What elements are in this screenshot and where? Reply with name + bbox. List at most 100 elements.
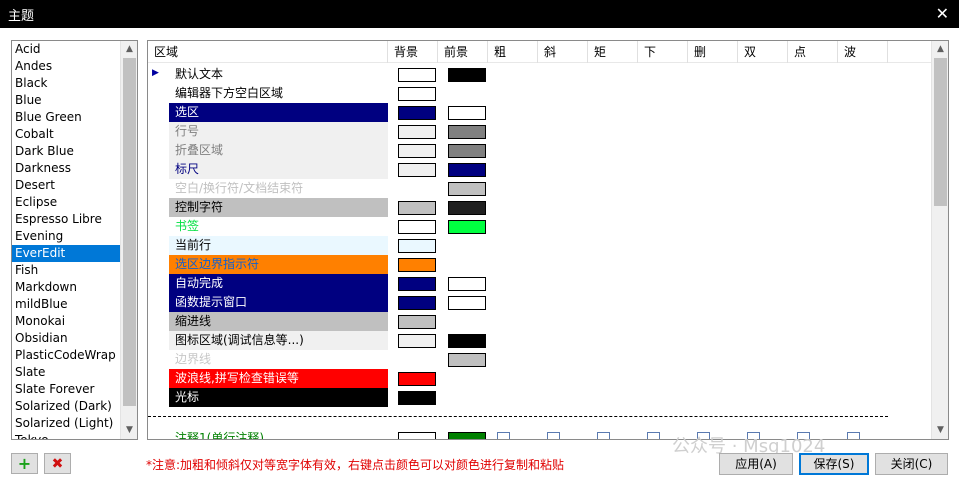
background-color-swatch[interactable] — [398, 296, 436, 310]
foreground-color-swatch[interactable] — [448, 68, 486, 82]
theme-list[interactable]: Acid Andes Black Blue Blue Green Cobalt Dark B… — [11, 40, 138, 440]
background-color-swatch[interactable] — [398, 334, 436, 348]
foreground-color-swatch[interactable] — [448, 220, 486, 234]
theme-item[interactable]: Evening — [12, 228, 137, 245]
background-color-swatch[interactable] — [398, 163, 436, 177]
table-row[interactable]: 波浪线,拼写检查错误等 — [148, 369, 933, 388]
apply-button[interactable]: 应用(A) — [719, 453, 793, 475]
add-theme-button[interactable]: + — [11, 453, 38, 474]
table-row[interactable]: 折叠区域 — [148, 141, 933, 160]
theme-item[interactable]: Slate Forever — [12, 381, 137, 398]
foreground-color-swatch[interactable] — [448, 144, 486, 158]
background-color-swatch[interactable] — [398, 220, 436, 234]
theme-item[interactable]: Dark Blue — [12, 143, 137, 160]
theme-item[interactable]: Tokyo — [12, 432, 137, 439]
theme-item[interactable]: Acid — [12, 41, 137, 58]
table-row[interactable]: 编辑器下方空白区域 — [148, 84, 933, 103]
column-header[interactable]: 点 — [788, 41, 838, 63]
table-row[interactable]: 图标区域(调试信息等...) — [148, 331, 933, 350]
foreground-color-swatch[interactable] — [448, 163, 486, 177]
theme-item[interactable]: Solarized (Dark) — [12, 398, 137, 415]
table-row[interactable]: 控制字符 — [148, 198, 933, 217]
foreground-color-swatch[interactable] — [448, 432, 486, 439]
background-color-swatch[interactable] — [398, 277, 436, 291]
background-color-swatch[interactable] — [398, 125, 436, 139]
column-header[interactable]: 前景 — [438, 41, 488, 63]
theme-item[interactable]: Monokai — [12, 313, 137, 330]
column-header[interactable]: 删 — [688, 41, 738, 63]
background-color-swatch[interactable] — [398, 201, 436, 215]
background-color-swatch[interactable] — [398, 391, 436, 405]
color-table[interactable]: 区域 背景 前景粗斜矩下删双点波 ▶ 默认文本 编辑器下方空白区域 选区 行号 折叠区域 标尺空… — [147, 40, 949, 440]
save-button[interactable]: 保存(S) — [799, 453, 869, 475]
table-row[interactable]: 标尺 — [148, 160, 933, 179]
column-header[interactable]: 背景 — [388, 41, 438, 63]
table-row[interactable]: 光标 — [148, 388, 933, 407]
theme-item[interactable]: Espresso Libre — [12, 211, 137, 228]
theme-item[interactable]: Markdown — [12, 279, 137, 296]
table-row[interactable]: 空白/换行符/文档结束符 — [148, 179, 933, 198]
table-row[interactable]: 选区 — [148, 103, 933, 122]
theme-item[interactable]: Blue Green — [12, 109, 137, 126]
foreground-color-swatch[interactable] — [448, 334, 486, 348]
table-row[interactable]: 缩进线 — [148, 312, 933, 331]
column-header[interactable]: 粗 — [488, 41, 538, 63]
column-header[interactable]: 双 — [738, 41, 788, 63]
table-row[interactable]: 函数提示窗口 — [148, 293, 933, 312]
scroll-up-icon[interactable]: ▲ — [121, 41, 137, 58]
foreground-color-swatch[interactable] — [448, 296, 486, 310]
theme-item[interactable]: Solarized (Light) — [12, 415, 137, 432]
theme-item[interactable]: mildBlue — [12, 296, 137, 313]
table-scrollbar[interactable]: ▲ ▼ — [931, 41, 948, 439]
table-row[interactable]: 行号 — [148, 122, 933, 141]
background-color-swatch[interactable] — [398, 87, 436, 101]
table-row[interactable]: ▶ 默认文本 — [148, 65, 933, 84]
theme-item[interactable]: Obsidian — [12, 330, 137, 347]
scroll-down-icon[interactable]: ▼ — [932, 422, 948, 439]
background-color-swatch[interactable] — [398, 68, 436, 82]
theme-item[interactable]: Slate — [12, 364, 137, 381]
theme-item[interactable]: EverEdit — [12, 245, 137, 262]
table-row[interactable]: 选区边界指示符 — [148, 255, 933, 274]
style-checkbox[interactable] — [497, 432, 510, 439]
foreground-color-swatch[interactable] — [448, 201, 486, 215]
scroll-down-icon[interactable]: ▼ — [121, 422, 137, 439]
column-header[interactable]: 下 — [638, 41, 688, 63]
style-checkbox[interactable] — [647, 432, 660, 439]
column-header[interactable]: 区域 — [148, 41, 388, 63]
theme-item[interactable]: Andes — [12, 58, 137, 75]
scroll-thumb[interactable] — [934, 58, 947, 206]
foreground-color-swatch[interactable] — [448, 353, 486, 367]
background-color-swatch[interactable] — [398, 239, 436, 253]
theme-item[interactable]: Desert — [12, 177, 137, 194]
foreground-color-swatch[interactable] — [448, 106, 486, 120]
theme-item[interactable]: PlasticCodeWrap — [12, 347, 137, 364]
scroll-thumb[interactable] — [123, 58, 136, 406]
foreground-color-swatch[interactable] — [448, 182, 486, 196]
theme-item[interactable]: Darkness — [12, 160, 137, 177]
close-button[interactable]: 关闭(C) — [875, 453, 948, 475]
background-color-swatch[interactable] — [398, 106, 436, 120]
foreground-color-swatch[interactable] — [448, 125, 486, 139]
scroll-up-icon[interactable]: ▲ — [932, 41, 948, 58]
table-row[interactable]: 自动完成 — [148, 274, 933, 293]
theme-item[interactable]: Eclipse — [12, 194, 137, 211]
column-header[interactable]: 矩 — [588, 41, 638, 63]
theme-item[interactable]: Cobalt — [12, 126, 137, 143]
background-color-swatch[interactable] — [398, 372, 436, 386]
column-header[interactable]: 斜 — [538, 41, 588, 63]
table-row[interactable]: 当前行 — [148, 236, 933, 255]
style-checkbox[interactable] — [597, 432, 610, 439]
style-checkbox[interactable] — [847, 432, 860, 439]
table-row[interactable]: 边界线 — [148, 350, 933, 369]
style-checkbox[interactable] — [547, 432, 560, 439]
background-color-swatch[interactable] — [398, 258, 436, 272]
background-color-swatch[interactable] — [398, 315, 436, 329]
theme-item[interactable]: Blue — [12, 92, 137, 109]
delete-theme-button[interactable]: ✖ — [44, 453, 71, 474]
theme-item[interactable]: Fish — [12, 262, 137, 279]
background-color-swatch[interactable] — [398, 432, 436, 439]
theme-list-scrollbar[interactable]: ▲ ▼ — [120, 41, 137, 439]
table-row[interactable]: 书签 — [148, 217, 933, 236]
theme-item[interactable]: Black — [12, 75, 137, 92]
